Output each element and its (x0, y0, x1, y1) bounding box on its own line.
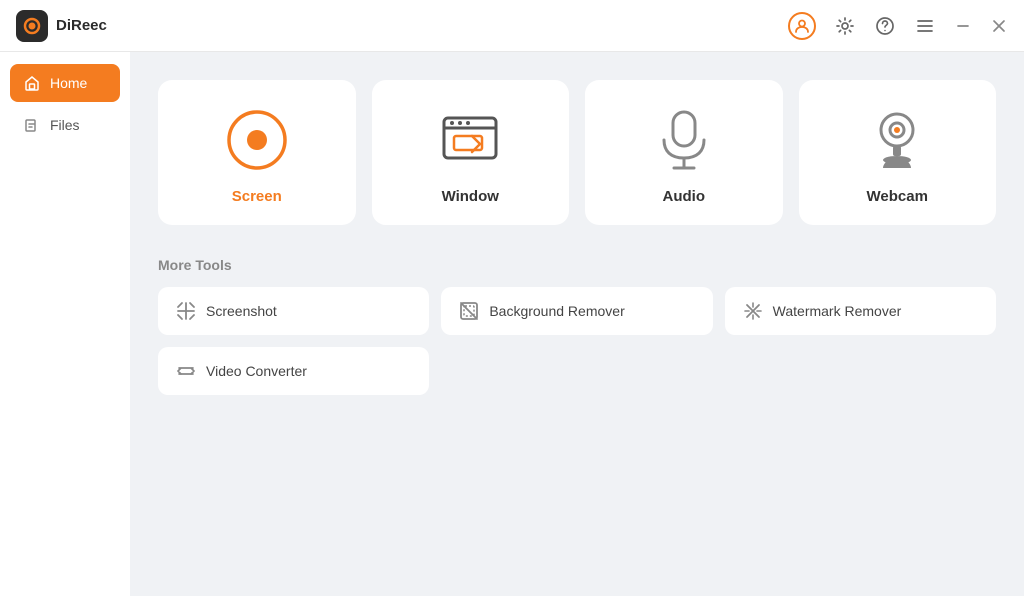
tool-screenshot[interactable]: Screenshot (158, 287, 429, 335)
audio-card-label: Audio (663, 188, 706, 205)
more-tools-section: More Tools Screenshot (158, 257, 996, 395)
logo-area: DiReec (16, 10, 107, 42)
screen-card-icon (225, 108, 289, 172)
more-tools-label: More Tools (158, 257, 996, 273)
audio-card-icon (652, 108, 716, 172)
window-card-label: Window (442, 188, 499, 205)
tool-screenshot-label: Screenshot (206, 303, 277, 319)
watermark-remover-icon (743, 301, 763, 321)
video-converter-icon (176, 361, 196, 381)
sidebar-files-label: Files (50, 117, 80, 133)
webcam-card-icon (865, 108, 929, 172)
tool-background-remover[interactable]: Background Remover (441, 287, 712, 335)
tool-video-converter-label: Video Converter (206, 363, 307, 379)
sidebar-item-files[interactable]: Files (10, 106, 120, 144)
menu-icon[interactable] (914, 15, 936, 37)
tool-background-remover-label: Background Remover (489, 303, 624, 319)
webcam-card-label: Webcam (867, 188, 928, 205)
sidebar: Home Files (0, 52, 130, 596)
settings-icon[interactable] (834, 15, 856, 37)
minimize-button[interactable] (954, 17, 972, 35)
tools-grid: Screenshot Background Remover (158, 287, 996, 395)
tool-watermark-remover[interactable]: Watermark Remover (725, 287, 996, 335)
screenshot-icon (176, 301, 196, 321)
background-remover-icon (459, 301, 479, 321)
audio-card[interactable]: Audio (585, 80, 783, 225)
screen-card-label: Screen (232, 188, 282, 205)
recording-cards-row: Screen Window (158, 80, 996, 225)
webcam-card[interactable]: Webcam (799, 80, 997, 225)
home-icon (22, 73, 42, 93)
tool-video-converter[interactable]: Video Converter (158, 347, 429, 395)
window-card-icon (438, 108, 502, 172)
help-icon[interactable] (874, 15, 896, 37)
window-card[interactable]: Window (372, 80, 570, 225)
close-button[interactable] (990, 17, 1008, 35)
app-name: DiReec (56, 17, 107, 34)
title-bar-controls (788, 12, 1008, 40)
main-content: Screen Window (130, 52, 1024, 596)
screen-card[interactable]: Screen (158, 80, 356, 225)
title-bar: DiReec (0, 0, 1024, 52)
sidebar-item-home[interactable]: Home (10, 64, 120, 102)
profile-icon[interactable] (788, 12, 816, 40)
files-icon (22, 115, 42, 135)
sidebar-home-label: Home (50, 75, 87, 91)
tool-watermark-remover-label: Watermark Remover (773, 303, 902, 319)
app-logo-icon (16, 10, 48, 42)
app-body: Home Files Scre (0, 52, 1024, 596)
